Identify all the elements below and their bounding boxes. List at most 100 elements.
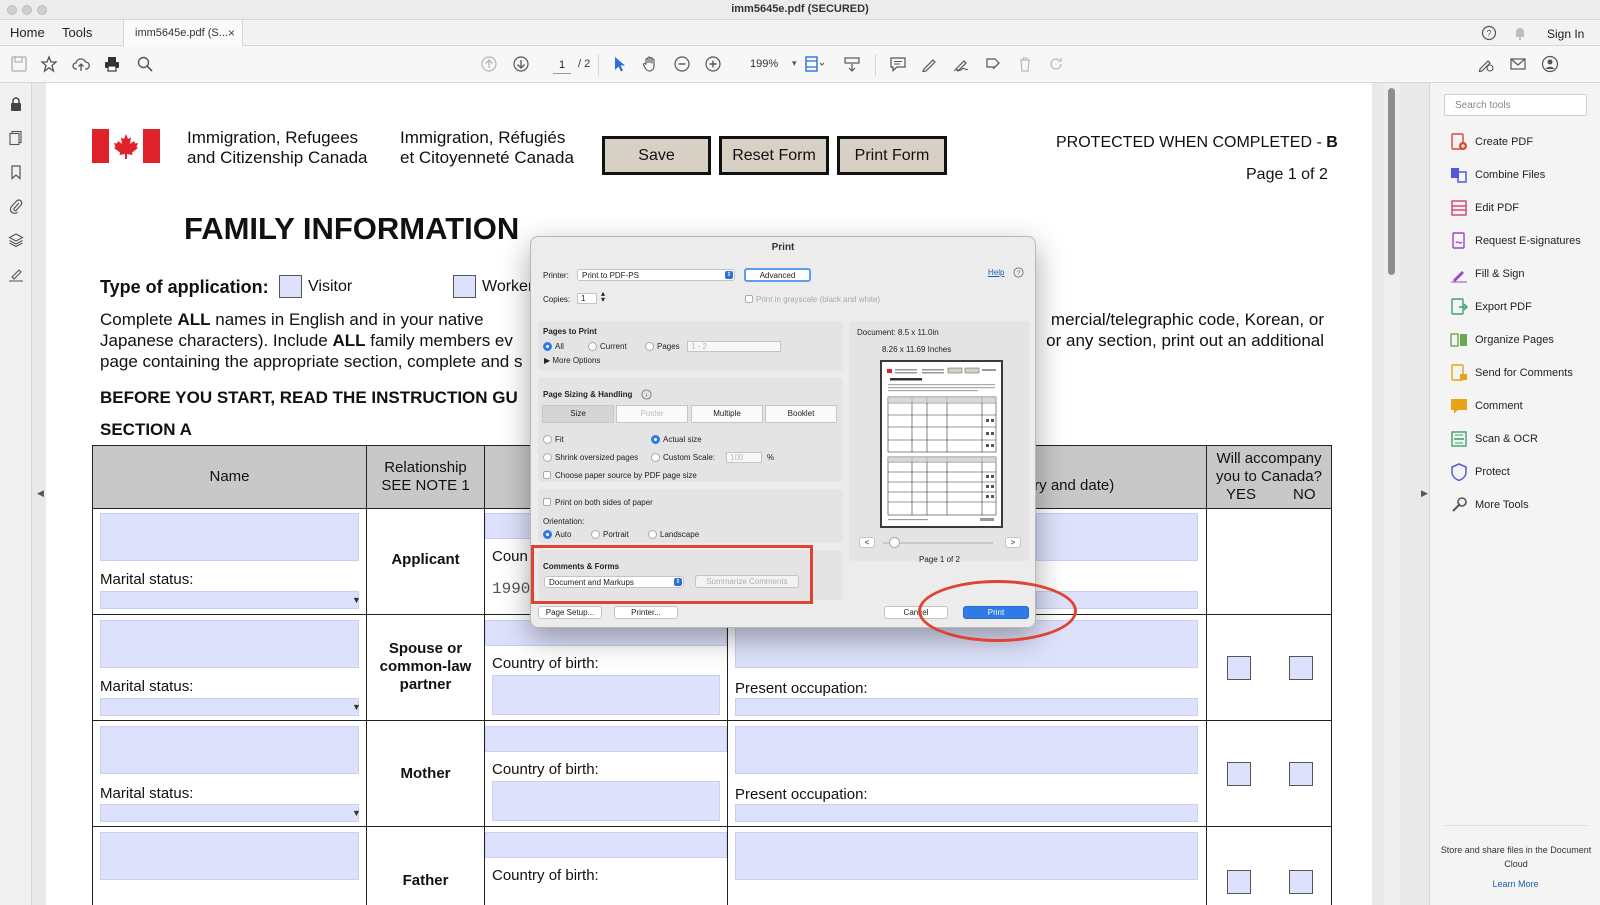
father-accompany-yes-checkbox[interactable]: [1227, 870, 1251, 894]
preview-next-button[interactable]: >: [1005, 537, 1021, 548]
orientation-auto-radio[interactable]: [543, 530, 552, 539]
multiple-tab[interactable]: Multiple: [691, 405, 763, 423]
applicant-marital-select[interactable]: [100, 591, 359, 609]
size-tab[interactable]: Size: [542, 405, 614, 423]
highlight-pen-icon[interactable]: [920, 55, 940, 75]
advanced-button[interactable]: Advanced: [744, 268, 811, 282]
visitor-checkbox[interactable]: [279, 275, 302, 298]
father-accompany-no-checkbox[interactable]: [1289, 870, 1313, 894]
bookmarks-icon[interactable]: [8, 164, 24, 180]
poster-tab[interactable]: Poster: [616, 405, 688, 423]
zoom-level-select[interactable]: 199%: [750, 58, 778, 70]
grayscale-checkbox[interactable]: [745, 295, 753, 303]
father-dob-field[interactable]: [485, 832, 727, 858]
paper-source-checkbox[interactable]: [543, 471, 551, 479]
collapse-left-pane-icon[interactable]: ◀: [37, 488, 44, 499]
zoom-search-icon[interactable]: [136, 55, 156, 75]
sizing-info-icon[interactable]: i: [641, 389, 652, 400]
signatures-pen-icon[interactable]: [8, 266, 24, 282]
print-icon[interactable]: [103, 55, 123, 75]
hand-tool-icon[interactable]: [641, 55, 661, 75]
scrollbar-thumb[interactable]: [1388, 88, 1395, 275]
father-name-field[interactable]: [100, 832, 359, 880]
preview-slider-knob[interactable]: [889, 537, 900, 548]
spouse-name-field[interactable]: [100, 620, 359, 668]
mother-marital-select[interactable]: [100, 804, 359, 822]
document-tab[interactable]: imm5645e.pdf (S... ×: [123, 20, 243, 46]
page-setup-button[interactable]: Page Setup...: [538, 606, 602, 619]
layers-icon[interactable]: [8, 232, 24, 248]
bookmark-star-icon[interactable]: [40, 55, 60, 75]
mother-country-field[interactable]: [492, 781, 720, 821]
tools-menu[interactable]: Tools: [62, 25, 92, 40]
document-scrollbar[interactable]: [1384, 83, 1400, 905]
delete-trash-icon[interactable]: [1016, 55, 1036, 75]
applicant-name-field[interactable]: [100, 513, 359, 561]
redo-icon[interactable]: [1047, 55, 1067, 75]
lock-icon[interactable]: [8, 96, 24, 112]
zoom-caret-icon[interactable]: ▾: [792, 58, 797, 69]
previous-page-icon[interactable]: [480, 55, 500, 75]
fill-form-icon[interactable]: [984, 55, 1004, 75]
actual-size-radio[interactable]: [651, 435, 660, 444]
mother-accompany-no-checkbox[interactable]: [1289, 762, 1313, 786]
help-link[interactable]: Help: [988, 268, 1004, 277]
page-number-input[interactable]: 1: [553, 56, 571, 74]
zoom-out-icon[interactable]: [673, 55, 693, 75]
form-print-button[interactable]: Print Form: [837, 136, 947, 175]
copies-input[interactable]: 1: [577, 293, 597, 304]
search-tools-input[interactable]: Search tools: [1444, 94, 1587, 116]
copies-stepper-icon[interactable]: ▴ ▾: [601, 290, 605, 304]
fit-page-icon[interactable]: [803, 55, 825, 75]
upload-cloud-icon[interactable]: [72, 55, 92, 75]
mother-dob-field[interactable]: [485, 726, 727, 752]
mother-occupation-field[interactable]: [735, 804, 1198, 822]
preview-previous-button[interactable]: <: [859, 537, 875, 548]
help-icon[interactable]: ?: [1481, 25, 1497, 41]
custom-scale-radio[interactable]: [651, 453, 660, 462]
mother-address-field[interactable]: [735, 726, 1198, 774]
page-thumbnails-icon[interactable]: [8, 130, 24, 146]
share-user-icon[interactable]: [1541, 55, 1561, 75]
notifications-bell-icon[interactable]: [1512, 25, 1528, 41]
scrolling-mode-icon[interactable]: [843, 55, 863, 75]
orientation-portrait-radio[interactable]: [591, 530, 600, 539]
applicant-address-field[interactable]: [1036, 513, 1198, 561]
orientation-landscape-radio[interactable]: [648, 530, 657, 539]
mother-accompany-yes-checkbox[interactable]: [1227, 762, 1251, 786]
father-address-field[interactable]: [735, 832, 1198, 880]
comment-icon[interactable]: [889, 55, 909, 75]
printer-button[interactable]: Printer...: [614, 606, 678, 619]
email-icon[interactable]: [1509, 55, 1529, 75]
mother-marital-caret-icon[interactable]: ▼: [352, 808, 361, 818]
pages-current-radio[interactable]: [588, 342, 597, 351]
sign-icon[interactable]: [952, 55, 972, 75]
home-menu[interactable]: Home: [10, 25, 45, 40]
dialog-help-icon[interactable]: ?: [1013, 267, 1024, 278]
more-options-toggle[interactable]: ▶ More Options: [544, 356, 600, 365]
form-reset-button[interactable]: Reset Form: [719, 136, 829, 175]
collapse-right-pane-icon[interactable]: ▶: [1421, 488, 1428, 499]
save-icon[interactable]: [10, 55, 30, 75]
spouse-country-field[interactable]: [492, 675, 720, 715]
spouse-occupation-field[interactable]: [735, 698, 1198, 716]
applicant-marital-caret-icon[interactable]: ▼: [352, 595, 361, 605]
pages-range-radio[interactable]: [645, 342, 654, 351]
worker-checkbox[interactable]: [453, 275, 476, 298]
zoom-in-icon[interactable]: [704, 55, 724, 75]
spouse-accompany-yes-checkbox[interactable]: [1227, 656, 1251, 680]
spouse-marital-select[interactable]: [100, 698, 359, 716]
select-cursor-icon[interactable]: [610, 55, 630, 75]
spouse-marital-caret-icon[interactable]: ▼: [352, 702, 361, 712]
both-sides-checkbox[interactable]: [543, 498, 551, 506]
fit-radio[interactable]: [543, 435, 552, 444]
spouse-accompany-no-checkbox[interactable]: [1289, 656, 1313, 680]
shrink-radio[interactable]: [543, 453, 552, 462]
sign-in-link[interactable]: Sign In: [1547, 27, 1584, 41]
pages-all-radio[interactable]: [543, 342, 552, 351]
close-tab-icon[interactable]: ×: [228, 26, 235, 40]
pages-range-input[interactable]: 1 - 2: [687, 341, 781, 352]
custom-scale-input[interactable]: 100: [726, 452, 762, 463]
edit-link-icon[interactable]: [1477, 55, 1497, 75]
printer-select[interactable]: Print to PDF-PS ⇕: [577, 269, 735, 281]
